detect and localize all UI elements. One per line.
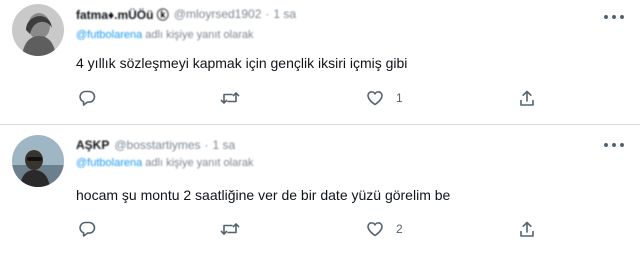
reply-icon (78, 220, 96, 238)
replying-to-line: @futbolarena adlı kişiye yanıt olarak (76, 157, 254, 171)
more-options-icon[interactable] (604, 140, 624, 150)
replying-to-text: adlı kişiye yanıt olarak (145, 157, 254, 169)
retweet-button[interactable] (220, 88, 252, 108)
replying-to-text: adlı kişiye yanıt olarak (145, 29, 254, 41)
reply-tweet[interactable]: AŞKP @bosstartiymes · 1 sa @futbolarena … (0, 125, 640, 255)
mention-link[interactable]: @futbolarena (76, 29, 142, 41)
tweet-feed: fatma♦.mÜÖü ⓚ @mloyrsed1902 · 1 sa @futb… (0, 0, 640, 255)
tweet-header: fatma♦.mÜÖü ⓚ @mloyrsed1902 · 1 sa (76, 6, 296, 22)
action-bar: 2 (0, 219, 640, 239)
reply-icon (78, 89, 96, 107)
like-button[interactable]: 2 (366, 219, 403, 239)
share-button[interactable] (518, 88, 536, 108)
replying-to-line: @futbolarena adlı kişiye yanıt olarak (76, 29, 254, 43)
retweet-icon (220, 220, 240, 238)
action-bar: 1 (0, 88, 640, 108)
tweet-header: AŞKP @bosstartiymes · 1 sa (76, 137, 235, 153)
share-icon (518, 89, 536, 107)
timestamp[interactable]: 1 sa (213, 138, 236, 152)
separator-dot: · (265, 7, 270, 21)
user-handle[interactable]: @mloyrsed1902 (174, 7, 262, 21)
reply-tweet[interactable]: fatma♦.mÜÖü ⓚ @mloyrsed1902 · 1 sa @futb… (0, 0, 640, 124)
display-name[interactable]: fatma♦.mÜÖü ⓚ (76, 6, 169, 23)
avatar[interactable] (12, 135, 64, 187)
avatar[interactable] (12, 4, 64, 56)
user-handle[interactable]: @bosstartiymes (114, 138, 200, 152)
share-icon (518, 220, 536, 238)
like-count: 2 (396, 222, 403, 236)
more-options-icon[interactable] (604, 12, 624, 22)
retweet-button[interactable] (220, 219, 252, 239)
mention-link[interactable]: @futbolarena (76, 157, 142, 169)
heart-icon (366, 89, 384, 107)
reply-button[interactable] (78, 219, 108, 239)
like-button[interactable]: 1 (366, 88, 403, 108)
tweet-text: hocam şu montu 2 saatliğine ver de bir d… (76, 187, 451, 203)
separator-dot: · (204, 138, 209, 152)
like-count: 1 (396, 91, 403, 105)
display-name[interactable]: AŞKP (76, 138, 109, 152)
share-button[interactable] (518, 219, 536, 239)
retweet-icon (220, 89, 240, 107)
tweet-text: 4 yıllık sözleşmeyi kapmak için gençlik … (76, 55, 408, 71)
timestamp[interactable]: 1 sa (273, 7, 296, 21)
reply-button[interactable] (78, 88, 108, 108)
heart-icon (366, 220, 384, 238)
